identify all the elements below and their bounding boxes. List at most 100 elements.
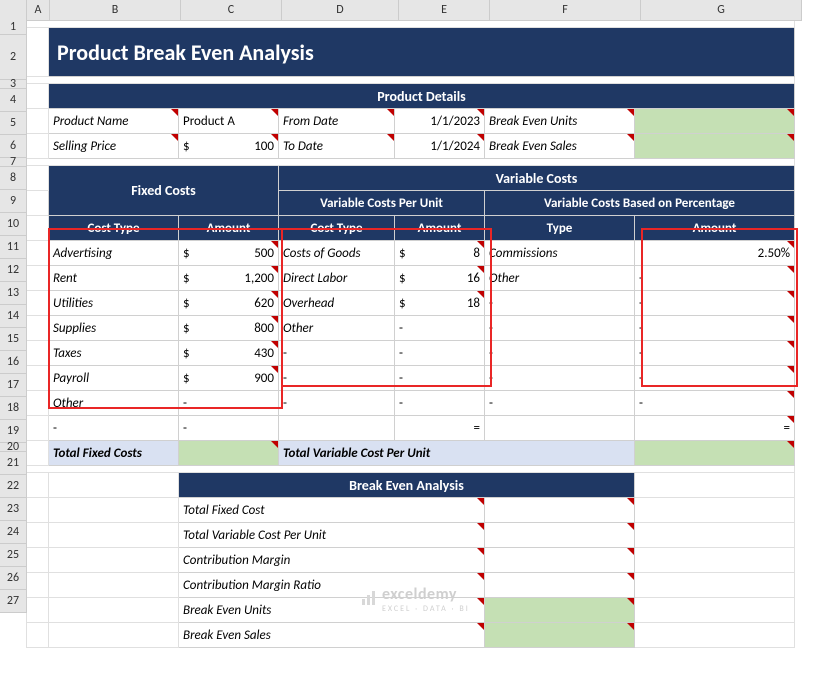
analysis-header[interactable]: Break Even Analysis	[179, 473, 635, 498]
value-break-even-units[interactable]	[635, 109, 795, 134]
value-to-date[interactable]: 1/1/2024	[395, 134, 485, 159]
row-9[interactable]: 9	[0, 190, 26, 213]
fixed-type[interactable]: Rent	[49, 266, 179, 291]
row-20[interactable]: 20	[0, 443, 26, 452]
cell[interactable]	[49, 548, 179, 573]
cell[interactable]	[27, 573, 49, 598]
analysis-row-value[interactable]	[485, 598, 635, 623]
var-pct-amount[interactable]: -	[635, 316, 795, 341]
cell[interactable]	[27, 598, 49, 623]
value-from-date[interactable]: 1/1/2023	[395, 109, 485, 134]
select-all-corner[interactable]	[0, 0, 27, 20]
label-product-name[interactable]: Product Name	[49, 109, 179, 134]
label-break-even-units[interactable]: Break Even Units	[485, 109, 635, 134]
var-pct-type[interactable]: Other	[485, 266, 635, 291]
row-4[interactable]: 4	[0, 89, 26, 112]
var-pct-amount[interactable]: -	[635, 341, 795, 366]
variable-per-unit-header[interactable]: Variable Costs Per Unit	[279, 191, 485, 216]
cell[interactable]	[27, 291, 49, 316]
analysis-row-label[interactable]: Total Variable Cost Per Unit	[179, 523, 485, 548]
analysis-row-label[interactable]: Break Even Units	[179, 598, 485, 623]
value-product-name[interactable]: Product A	[179, 109, 279, 134]
fixed-amount[interactable]: $620	[179, 291, 279, 316]
row-17[interactable]: 17	[0, 374, 26, 397]
total-var-label[interactable]: Total Variable Cost Per Unit	[279, 441, 635, 466]
cell[interactable]	[27, 416, 49, 441]
var-pct-type[interactable]: Commissions	[485, 241, 635, 266]
cell[interactable]	[27, 623, 49, 648]
analysis-row-label[interactable]: Contribution Margin Ratio	[179, 573, 485, 598]
cell[interactable]	[635, 573, 795, 598]
col-E[interactable]: E	[399, 0, 490, 20]
var-pct-amount[interactable]: 2.50%	[635, 241, 795, 266]
col-A[interactable]: A	[27, 0, 50, 20]
cell[interactable]	[635, 498, 795, 523]
var-unit-type[interactable]: Overhead	[279, 291, 395, 316]
var-unit-amount[interactable]: -	[395, 316, 485, 341]
analysis-row-label[interactable]: Break Even Sales	[179, 623, 485, 648]
analysis-row-value[interactable]	[485, 498, 635, 523]
cell[interactable]	[27, 266, 49, 291]
row-27[interactable]: 27	[0, 590, 26, 613]
row-15[interactable]: 15	[0, 328, 26, 351]
fixed-type[interactable]: Utilities	[49, 291, 179, 316]
cell[interactable]	[49, 473, 179, 498]
row-1[interactable]: 1	[0, 20, 26, 35]
value-break-even-sales[interactable]	[635, 134, 795, 159]
cell[interactable]	[27, 109, 49, 134]
row-7[interactable]: 7	[0, 158, 26, 167]
var-unit-type[interactable]: Costs of Goods	[279, 241, 395, 266]
fixed-type[interactable]: Advertising	[49, 241, 179, 266]
cell[interactable]	[27, 216, 49, 241]
var-unit-amount[interactable]: -	[395, 391, 485, 416]
var-pct-type[interactable]: -	[485, 291, 635, 316]
cell[interactable]	[27, 134, 49, 159]
cell[interactable]	[49, 523, 179, 548]
fixed-amount[interactable]: $800	[179, 316, 279, 341]
cell[interactable]	[27, 473, 49, 498]
row-26[interactable]: 26	[0, 567, 26, 590]
cell[interactable]	[27, 84, 49, 109]
total-fixed-label[interactable]: Total Fixed Costs	[49, 441, 179, 466]
cell[interactable]	[27, 391, 49, 416]
fixed-amount[interactable]: -	[179, 416, 279, 441]
cell[interactable]	[27, 241, 49, 266]
col-B[interactable]: B	[50, 0, 181, 20]
cell[interactable]	[27, 316, 49, 341]
var-pct-amount[interactable]: -	[635, 266, 795, 291]
page-title[interactable]: Product Break Even Analysis	[49, 28, 795, 77]
var-unit-type[interactable]	[279, 416, 395, 441]
fixed-type[interactable]: Other	[49, 391, 179, 416]
fixed-amount[interactable]: $900	[179, 366, 279, 391]
fixed-type[interactable]: Supplies	[49, 316, 179, 341]
fixed-amount[interactable]: -	[179, 391, 279, 416]
cell[interactable]	[27, 341, 49, 366]
label-break-even-sales[interactable]: Break Even Sales	[485, 134, 635, 159]
var-unit-amount[interactable]: $8	[395, 241, 485, 266]
cell[interactable]	[27, 523, 49, 548]
label-to-date[interactable]: To Date	[279, 134, 395, 159]
col-cost-type[interactable]: Cost Type	[49, 216, 179, 241]
cell[interactable]	[27, 159, 795, 166]
var-unit-type[interactable]: -	[279, 391, 395, 416]
row-8[interactable]: 8	[0, 167, 26, 190]
cell[interactable]	[49, 598, 179, 623]
var-unit-amount[interactable]: $16	[395, 266, 485, 291]
cell[interactable]	[27, 548, 49, 573]
col-type[interactable]: Type	[485, 216, 635, 241]
fixed-type[interactable]: Payroll	[49, 366, 179, 391]
fixed-type[interactable]: Taxes	[49, 341, 179, 366]
value-selling-price[interactable]: $100	[179, 134, 279, 159]
variable-costs-header[interactable]: Variable Costs	[279, 166, 795, 191]
var-pct-amount[interactable]: -	[635, 291, 795, 316]
row-10[interactable]: 10	[0, 213, 26, 236]
fixed-costs-header[interactable]: Fixed Costs	[49, 166, 279, 216]
cell[interactable]	[635, 523, 795, 548]
cell[interactable]	[49, 573, 179, 598]
var-pct-type[interactable]	[485, 416, 635, 441]
col-F[interactable]: F	[490, 0, 641, 20]
variable-pct-header[interactable]: Variable Costs Based on Percentage	[485, 191, 795, 216]
total-var-value[interactable]	[635, 441, 795, 466]
col-G[interactable]: G	[641, 0, 802, 20]
cell[interactable]	[27, 77, 795, 84]
